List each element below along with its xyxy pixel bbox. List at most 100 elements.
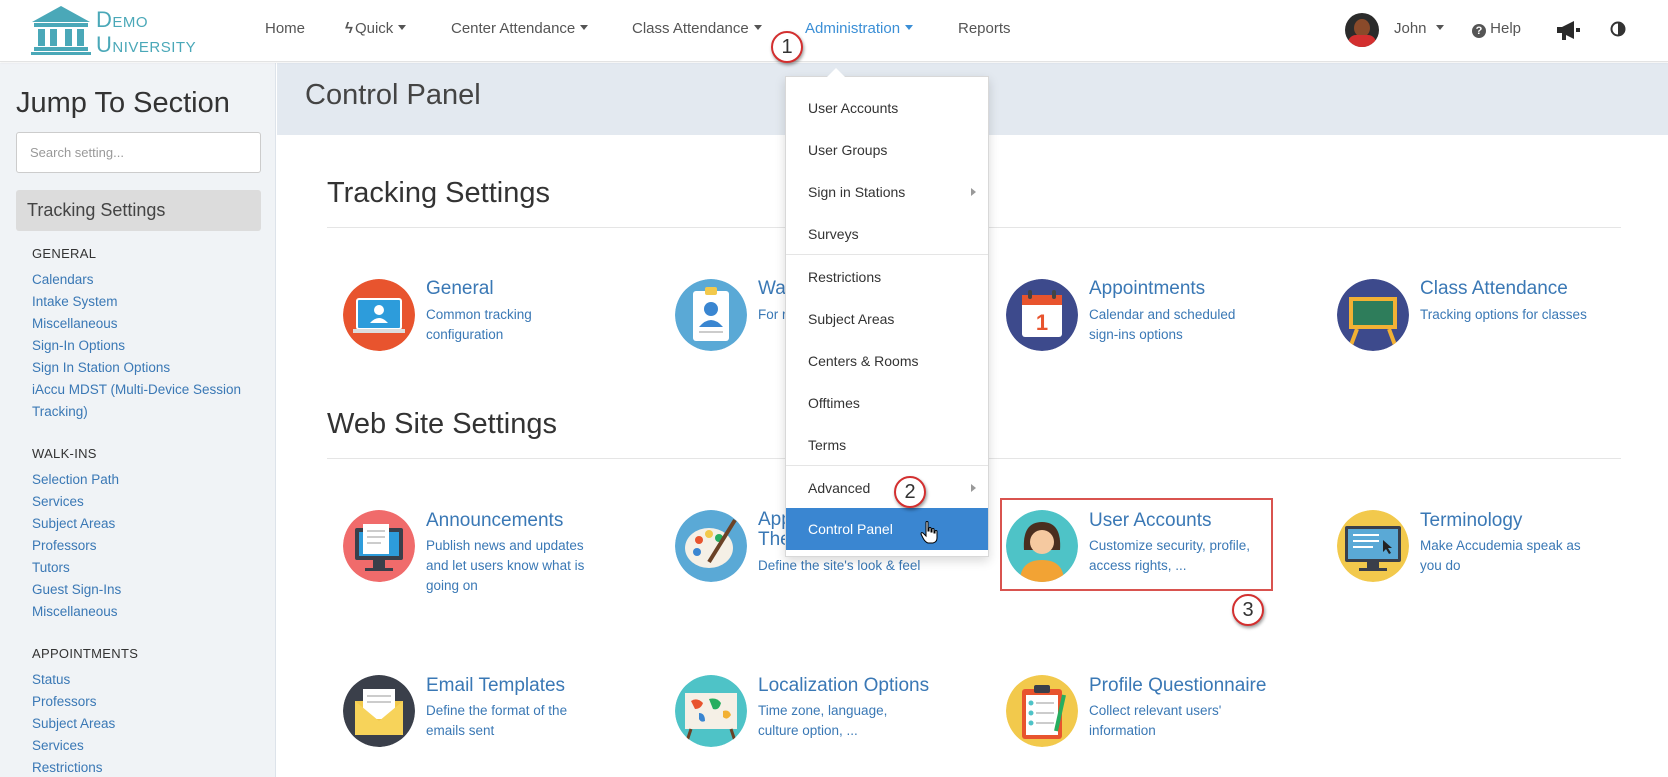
menu-item-user-groups[interactable]: User Groups: [786, 129, 988, 171]
menu-item-user-accounts[interactable]: User Accounts: [786, 87, 988, 129]
logo-line-1: Demo: [96, 7, 149, 32]
hand-cursor-icon: [920, 521, 938, 544]
help-link[interactable]: ? Help: [1472, 20, 1521, 38]
menu-item-restrictions[interactable]: Restrictions: [786, 256, 988, 298]
side-link-calendars[interactable]: Calendars: [32, 272, 94, 287]
card-desc-line: Common tracking: [426, 307, 532, 322]
user-menu[interactable]: John: [1394, 20, 1444, 37]
menu-separator: [786, 254, 988, 255]
id-badge-icon[interactable]: [675, 279, 747, 351]
side-link-intake-system[interactable]: Intake System: [32, 294, 118, 309]
group-title-walk-ins: WALK-INS: [32, 446, 97, 461]
card-title-profile-questionnaire[interactable]: Profile Questionnaire: [1089, 675, 1266, 697]
card-desc-line: For r: [758, 307, 787, 322]
menu-item-control-panel[interactable]: Control Panel: [786, 508, 988, 550]
side-link-professors-appt[interactable]: Professors: [32, 694, 97, 709]
group-title-general: GENERAL: [32, 246, 97, 261]
group-title-appointments: APPOINTMENTS: [32, 646, 139, 661]
nav-quick[interactable]: ϟ Quick: [345, 20, 407, 37]
nav-administration-label: Administration: [805, 20, 901, 37]
card-desc-line: emails sent: [426, 723, 495, 738]
card-desc-line: Tracking options for classes: [1420, 307, 1587, 322]
card-title-class-attendance[interactable]: Class Attendance: [1420, 278, 1568, 300]
nav-reports[interactable]: Reports: [958, 20, 1011, 37]
envelope-icon[interactable]: [343, 675, 415, 747]
menu-item-advanced[interactable]: Advanced: [786, 467, 988, 509]
chalkboard-icon[interactable]: [1337, 279, 1409, 351]
university-logo[interactable]: Demo University: [30, 4, 215, 58]
side-link-services[interactable]: Services: [32, 494, 84, 509]
user-name: John: [1394, 20, 1427, 37]
menu-separator: [786, 465, 988, 466]
sidebar-title: Jump To Section: [16, 87, 230, 119]
highlight-box-user-accounts: [1000, 498, 1273, 591]
nav-administration[interactable]: Administration: [805, 20, 914, 37]
caret-down-icon: [753, 24, 762, 30]
side-link-status[interactable]: Status: [32, 672, 70, 687]
logo-line-2: University: [96, 32, 197, 57]
caret-down-icon: [580, 24, 589, 30]
side-link-subject-areas-appt[interactable]: Subject Areas: [32, 716, 115, 731]
side-link-subject-areas[interactable]: Subject Areas: [32, 516, 115, 531]
nav-class-attendance[interactable]: Class Attendance: [632, 20, 762, 37]
side-link-miscellaneous[interactable]: Miscellaneous: [32, 316, 118, 331]
menu-item-surveys[interactable]: Surveys: [786, 213, 988, 255]
section-title-tracking: Tracking Settings: [327, 177, 550, 209]
svg-text:1: 1: [1036, 310, 1048, 335]
card-title-appointments[interactable]: Appointments: [1089, 278, 1205, 300]
card-title-announcements[interactable]: Announcements: [426, 510, 563, 532]
card-desc-class-attendance: Tracking options for classes: [1420, 305, 1587, 325]
menu-item-terms[interactable]: Terms: [786, 424, 988, 466]
side-link-selection-path[interactable]: Selection Path: [32, 472, 119, 487]
menu-item-label: Advanced: [808, 480, 871, 496]
top-navbar: Demo University Home ϟ Quick Center Atten…: [0, 0, 1668, 62]
section-title-web-site: Web Site Settings: [327, 408, 557, 440]
world-map-icon[interactable]: [675, 675, 747, 747]
side-link-miscellaneous-walkins[interactable]: Miscellaneous: [32, 604, 118, 619]
nav-home[interactable]: Home: [265, 20, 305, 37]
contrast-icon[interactable]: [1610, 21, 1626, 37]
monitor-user-icon[interactable]: [343, 279, 415, 351]
current-section-pill[interactable]: Tracking Settings: [16, 190, 261, 231]
annotation-step-1: 1: [771, 31, 803, 63]
search-setting-input[interactable]: [16, 132, 261, 173]
card-title-localization[interactable]: Localization Options: [758, 675, 929, 697]
card-title-email-templates[interactable]: Email Templates: [426, 675, 565, 697]
card-desc-line: Calendar and scheduled: [1089, 307, 1236, 322]
palette-icon[interactable]: [675, 510, 747, 582]
card-desc-profile-questionnaire: Collect relevant users' information: [1089, 701, 1221, 741]
side-link-tutors[interactable]: Tutors: [32, 560, 70, 575]
monitor-cursor-icon[interactable]: [1337, 510, 1409, 582]
card-desc-line: Collect relevant users': [1089, 703, 1222, 718]
card-title-general[interactable]: General: [426, 278, 494, 300]
side-link-sign-in-station-options[interactable]: Sign In Station Options: [32, 360, 170, 375]
side-link-professors[interactable]: Professors: [32, 538, 97, 553]
card-title-terminology[interactable]: Terminology: [1420, 510, 1522, 532]
announcement-icon[interactable]: [343, 510, 415, 582]
side-link-iaccu-mdst[interactable]: iAccu MDST (Multi-Device Session: [32, 382, 241, 397]
megaphone-icon[interactable]: [1555, 18, 1581, 42]
calendar-icon[interactable]: 1: [1006, 279, 1078, 351]
card-desc-appointments: Calendar and scheduled sign-ins options: [1089, 305, 1235, 345]
menu-item-sign-in-stations[interactable]: Sign in Stations: [786, 171, 988, 213]
card-desc-announcements: Publish news and updates and let users k…: [426, 536, 584, 596]
side-link-restrictions[interactable]: Restrictions: [32, 760, 103, 775]
card-desc-line: Publish news and updates: [426, 538, 584, 553]
card-desc-walk-ins: For r: [758, 305, 787, 325]
caret-down-icon: [1435, 24, 1444, 30]
menu-item-subject-areas[interactable]: Subject Areas: [786, 298, 988, 340]
card-desc-line: Make Accudemia speak as: [1420, 538, 1581, 553]
card-desc-line: culture option, ...: [758, 723, 858, 738]
menu-item-offtimes[interactable]: Offtimes: [786, 382, 988, 424]
nav-center-attendance[interactable]: Center Attendance: [451, 20, 589, 37]
side-link-guest-sign-ins[interactable]: Guest Sign-Ins: [32, 582, 121, 597]
side-link-sign-in-options[interactable]: Sign-In Options: [32, 338, 125, 353]
side-link-iaccu-mdst-cont[interactable]: Tracking): [32, 404, 88, 419]
user-avatar[interactable]: [1345, 13, 1379, 47]
clipboard-icon[interactable]: [1006, 675, 1078, 747]
menu-item-centers-rooms[interactable]: Centers & Rooms: [786, 340, 988, 382]
card-title-walk-ins[interactable]: Wa: [758, 278, 786, 300]
side-link-services-appt[interactable]: Services: [32, 738, 84, 753]
sidebar: Jump To Section Tracking Settings GENERA…: [0, 63, 276, 777]
caret-down-icon: [905, 24, 914, 30]
